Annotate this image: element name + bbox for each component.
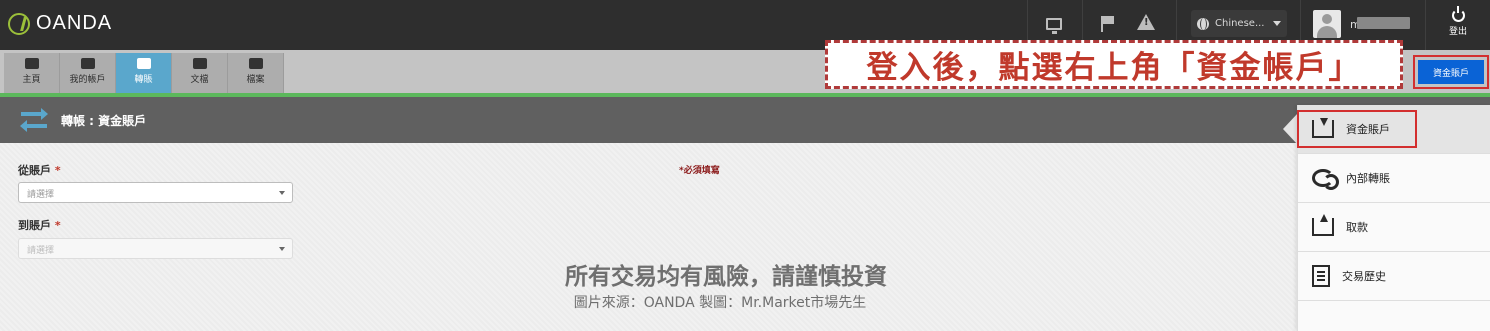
flag-icon[interactable] [1101, 16, 1115, 32]
menu-item-internal-transfer[interactable]: 內部轉賬 [1298, 154, 1490, 203]
language-label: Chinese... [1215, 18, 1265, 29]
menu-item-highlight [1297, 110, 1417, 148]
page-header: 轉帳 : 資金賬戶 [0, 97, 1490, 143]
withdraw-icon [1312, 214, 1334, 236]
tab-label: 文檔 [190, 75, 209, 85]
source-watermark: 圖片來源：OANDA 製圖：Mr.Market市場先生 [573, 295, 867, 311]
tab-label: 主頁 [22, 75, 41, 85]
account-button-highlight: 資金賬戶 [1413, 55, 1489, 89]
instruction-annotation: 登入後，點選右上角「資金帳戶」 [825, 40, 1403, 89]
menu-item-trade-history[interactable]: 交易歷史 [1298, 252, 1490, 301]
oanda-logo[interactable]: OANDA [8, 12, 112, 35]
menu-item-label: 取款 [1346, 221, 1368, 234]
tab-label: 檔案 [246, 75, 265, 85]
tab-transfer[interactable]: 轉賬 [116, 53, 172, 93]
username-redaction [1357, 17, 1410, 29]
globe-icon [1197, 17, 1209, 30]
menu-item-label: 內部轉賬 [1346, 172, 1390, 185]
to-account-label: 到賬戶 * [18, 217, 61, 233]
dropdown-pointer [1283, 113, 1298, 145]
risk-watermark: 所有交易均有風險，請謹慎投資 [565, 264, 887, 290]
chevron-down-icon [1273, 21, 1281, 26]
required-mark: * [54, 219, 61, 232]
required-note: *必須填寫 [679, 166, 720, 176]
tab-my-accounts[interactable]: 我的帳戶 [60, 53, 116, 93]
tab-home[interactable]: 主頁 [4, 53, 60, 93]
chevron-down-icon [279, 247, 285, 251]
logout-button[interactable]: 登出 [1426, 0, 1490, 50]
annotation-text: 登入後，點選右上角「資金帳戶」 [866, 50, 1362, 86]
profile-icon [248, 58, 263, 69]
history-icon [1312, 265, 1330, 287]
internal-transfer-icon [1312, 169, 1339, 190]
funds-account-button[interactable]: 資金賬戶 [1418, 60, 1484, 84]
menu-item-label: 交易歷史 [1342, 270, 1386, 283]
tab-documents[interactable]: 文檔 [172, 53, 228, 93]
warning-icon[interactable] [1137, 14, 1155, 30]
monitor-icon[interactable] [1046, 18, 1062, 34]
tab-profile[interactable]: 檔案 [228, 53, 284, 93]
required-mark: * [54, 164, 61, 177]
transfer-icon [136, 58, 151, 69]
page-title: 轉帳 : 資金賬戶 [61, 114, 147, 128]
logout-label: 登出 [1448, 27, 1467, 37]
tab-label: 我的帳戶 [69, 75, 106, 85]
bar-chart-icon [80, 58, 95, 69]
from-label-text: 從賬戶 [18, 164, 51, 177]
oanda-logo-icon [8, 12, 30, 35]
transfer-arrows-icon [20, 108, 48, 132]
dashboard-icon [24, 58, 39, 69]
tab-label: 轉賬 [134, 75, 153, 85]
logo-text: OANDA [36, 12, 113, 34]
menu-item-withdraw[interactable]: 取款 [1298, 203, 1490, 252]
to-account-select[interactable]: 請選擇 [18, 238, 293, 259]
to-select-placeholder: 請選擇 [27, 246, 55, 256]
language-select[interactable]: Chinese... [1191, 10, 1287, 37]
nav-tabs: 主頁 我的帳戶 轉賬 文檔 檔案 [4, 53, 284, 93]
power-icon [1451, 6, 1465, 22]
from-account-label: 從賬戶 * [18, 162, 61, 178]
to-label-text: 到賬戶 [18, 219, 51, 232]
folder-icon [192, 58, 207, 69]
chevron-down-icon [279, 191, 285, 195]
avatar[interactable] [1313, 10, 1341, 38]
from-account-select[interactable]: 請選擇 [18, 182, 293, 203]
from-select-placeholder: 請選擇 [27, 190, 55, 200]
